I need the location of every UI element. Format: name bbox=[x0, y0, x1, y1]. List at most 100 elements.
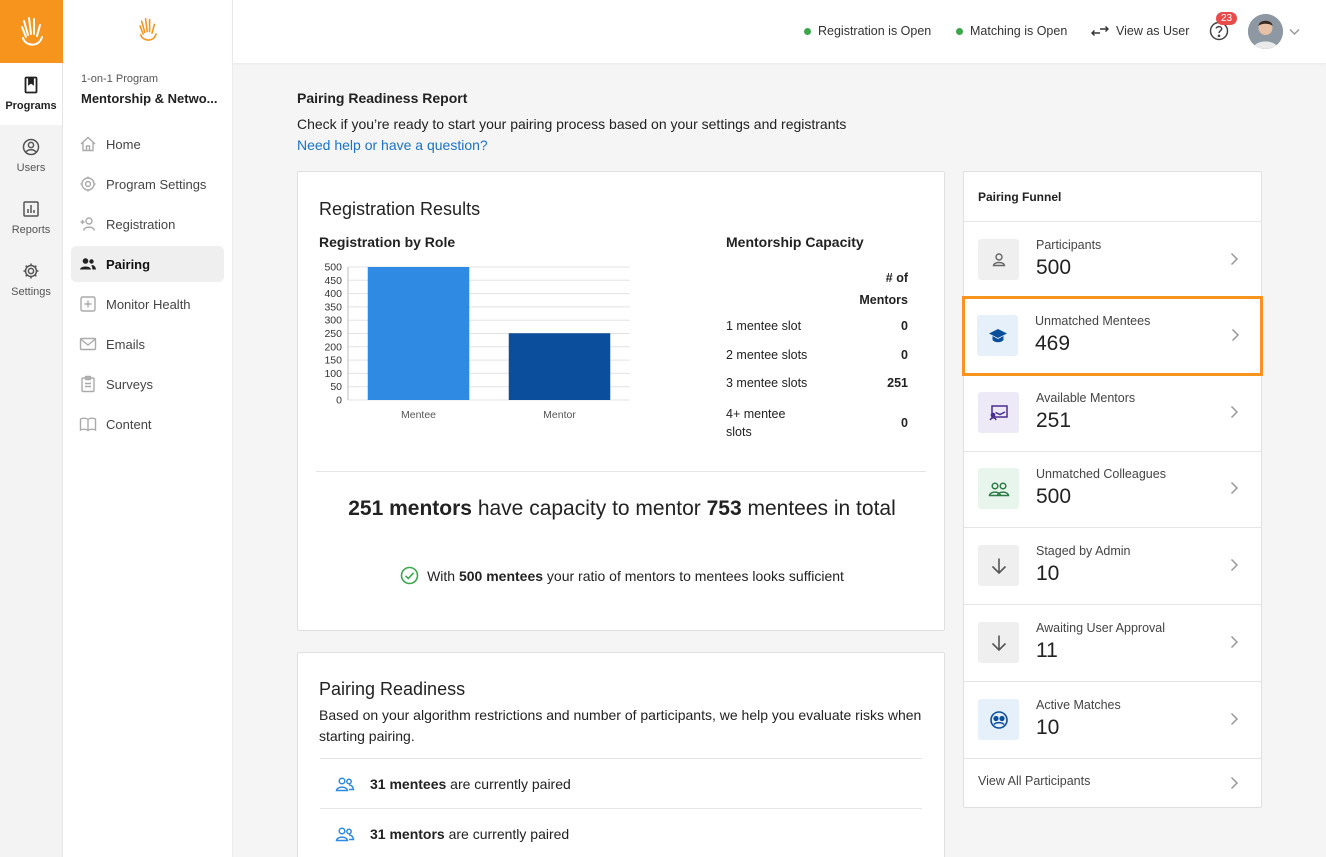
nav-label: Content bbox=[106, 416, 152, 432]
readiness-row: 31 mentees are currently paired bbox=[320, 758, 922, 809]
book-icon bbox=[24, 76, 38, 94]
readiness-row-text: 31 mentors are currently paired bbox=[370, 826, 569, 842]
funnel-item-participants[interactable]: Participants 500 bbox=[964, 222, 1261, 299]
funnel-item-staged-by-admin[interactable]: Staged by Admin 10 bbox=[964, 528, 1261, 605]
rail-item-programs[interactable]: Programs bbox=[0, 63, 62, 125]
nav-item-home[interactable]: Home bbox=[71, 126, 224, 162]
status-dot bbox=[804, 27, 811, 35]
view-as-user-button[interactable]: View as User bbox=[1091, 24, 1189, 38]
avatar[interactable] bbox=[1248, 14, 1283, 49]
chevron-down-icon[interactable] bbox=[1289, 28, 1300, 36]
rail-label-programs: Programs bbox=[5, 100, 57, 112]
app-logo[interactable] bbox=[0, 0, 63, 63]
funnel-item-label: Available Mentors bbox=[1036, 391, 1136, 405]
nav-item-content[interactable]: Content bbox=[71, 406, 224, 442]
y-tick-label: 350 bbox=[324, 301, 342, 313]
readiness-row-text: 31 mentees are currently paired bbox=[370, 776, 571, 792]
capacity-row-value: 251 bbox=[887, 376, 908, 390]
gear-icon bbox=[80, 176, 96, 192]
graduation-cap-icon bbox=[977, 315, 1018, 356]
nav-item-monitor-health[interactable]: Monitor Health bbox=[71, 286, 224, 322]
sufficient-bold: 500 mentees bbox=[458, 567, 544, 584]
chevron-right-icon bbox=[1231, 328, 1240, 342]
funnel-item-active-matches[interactable]: Active Matches 10 bbox=[964, 682, 1261, 759]
sufficient-post: your ratio of mentors to mentees looks s… bbox=[543, 567, 844, 584]
nav-label: Monitor Health bbox=[106, 296, 191, 312]
capacity-header-line1: # of bbox=[885, 271, 908, 285]
matching-status-text: Matching is Open bbox=[970, 24, 1068, 38]
registration-status-text: Registration is Open bbox=[818, 24, 932, 38]
program-title[interactable]: Mentorship & Netwo... bbox=[63, 85, 232, 106]
registration-status[interactable]: Registration is Open bbox=[804, 24, 931, 38]
bar bbox=[367, 267, 470, 400]
nav-item-emails[interactable]: Emails bbox=[71, 326, 224, 362]
summary-mentors: 251 mentors bbox=[348, 497, 472, 520]
rail-item-reports[interactable]: Reports bbox=[0, 187, 62, 249]
y-tick-label: 0 bbox=[336, 395, 342, 407]
funnel-item-awaiting-user-approval[interactable]: Awaiting User Approval 11 bbox=[964, 605, 1261, 682]
sufficient-pre: With bbox=[427, 567, 459, 584]
capacity-summary: 251 mentors have capacity to mentor 753 … bbox=[298, 492, 946, 525]
person-icon bbox=[978, 239, 1019, 280]
chevron-right-icon bbox=[1230, 252, 1239, 266]
ratio-sufficient-message: With 500 mentees your ratio of mentors t… bbox=[298, 566, 946, 585]
summary-mentees: 753 bbox=[706, 497, 742, 520]
funnel-item-label: Unmatched Colleagues bbox=[1036, 467, 1166, 481]
chart-title: Registration by Role bbox=[319, 234, 456, 250]
funnel-title: Pairing Funnel bbox=[964, 172, 1261, 222]
chevron-right-icon bbox=[1230, 635, 1239, 649]
matching-status[interactable]: Matching is Open bbox=[956, 24, 1067, 38]
nav-item-registration[interactable]: Registration bbox=[71, 206, 224, 242]
funnel-item-value: 469 bbox=[1035, 332, 1071, 355]
view-as-user-label: View as User bbox=[1116, 24, 1190, 38]
nav-item-program-settings[interactable]: Program Settings bbox=[71, 166, 224, 202]
y-tick-label: 100 bbox=[324, 368, 342, 380]
help-link[interactable]: Need help or have a question? bbox=[297, 137, 488, 153]
registration-by-role-chart: 0 50100150 200250300 350400450500 Mentee Ment… bbox=[324, 262, 630, 421]
open-book-icon bbox=[79, 417, 97, 432]
capacity-title: Mentorship Capacity bbox=[726, 234, 864, 250]
capacity-row-label: 4+ mentee slots bbox=[726, 405, 785, 441]
funnel-item-unmatched-colleagues[interactable]: Unmatched Colleagues 500 bbox=[964, 451, 1261, 528]
funnel-item-value: 500 bbox=[1036, 256, 1072, 279]
chevron-right-icon bbox=[1230, 405, 1239, 419]
capacity-row: 1 mentee slot 0 bbox=[726, 319, 908, 333]
funnel-item-available-mentors[interactable]: Available Mentors 251 bbox=[964, 375, 1261, 452]
nav-label: Pairing bbox=[106, 256, 151, 272]
bar-chart-icon bbox=[23, 201, 39, 217]
funnel-item-unmatched-mentees[interactable]: Unmatched Mentees 469 bbox=[962, 296, 1263, 376]
readiness-description: Based on your algorithm restrictions and… bbox=[319, 707, 922, 744]
swap-arrows-icon bbox=[1091, 26, 1109, 36]
pairing-funnel-card: Pairing Funnel Participants 500 Unmatche… bbox=[962, 171, 1263, 808]
capacity-column-header: # of Mentors bbox=[858, 267, 908, 311]
people-icon bbox=[335, 827, 355, 842]
nav-label: Surveys bbox=[106, 376, 153, 392]
nav-item-surveys[interactable]: Surveys bbox=[71, 366, 224, 402]
chevron-right-icon bbox=[1230, 712, 1239, 726]
main-content: Pairing Readiness Report Check if you’re… bbox=[233, 63, 1326, 857]
funnel-item-label: Unmatched Mentees bbox=[1035, 314, 1151, 328]
arrow-down-icon bbox=[978, 622, 1019, 663]
rail-item-settings[interactable]: Settings bbox=[0, 249, 62, 311]
view-all-participants-link[interactable]: View All Participants bbox=[964, 759, 1261, 807]
y-tick-label: 400 bbox=[324, 288, 342, 300]
global-rail: Programs Users Reports Settings bbox=[0, 0, 63, 857]
people-icon bbox=[80, 258, 96, 270]
summary-mid: have capacity to mentor bbox=[471, 497, 707, 520]
bar bbox=[508, 333, 611, 400]
funnel-item-value: 10 bbox=[1036, 716, 1060, 739]
nav-item-pairing[interactable]: Pairing bbox=[71, 246, 224, 282]
program-sidebar: 1-on-1 Program Mentorship & Netwo... Hom… bbox=[63, 0, 233, 857]
view-all-label: View All Participants bbox=[978, 774, 1091, 788]
funnel-item-value: 11 bbox=[1036, 639, 1058, 662]
capacity-row: 3 mentee slots 251 bbox=[726, 376, 908, 390]
readiness-row-rest: are currently paired bbox=[446, 776, 571, 792]
notification-badge: 23 bbox=[1216, 12, 1238, 25]
readiness-row-bold: 31 mentors bbox=[370, 826, 445, 842]
rail-item-users[interactable]: Users bbox=[0, 125, 62, 187]
program-nav: Home Program Settings Registration Pairi… bbox=[63, 126, 232, 442]
funnel-item-label: Active Matches bbox=[1036, 698, 1121, 712]
pairing-readiness-card: Pairing Readiness Based on your algorith… bbox=[297, 652, 945, 857]
card-title: Pairing Readiness bbox=[319, 679, 466, 699]
program-type: 1-on-1 Program bbox=[81, 73, 159, 85]
